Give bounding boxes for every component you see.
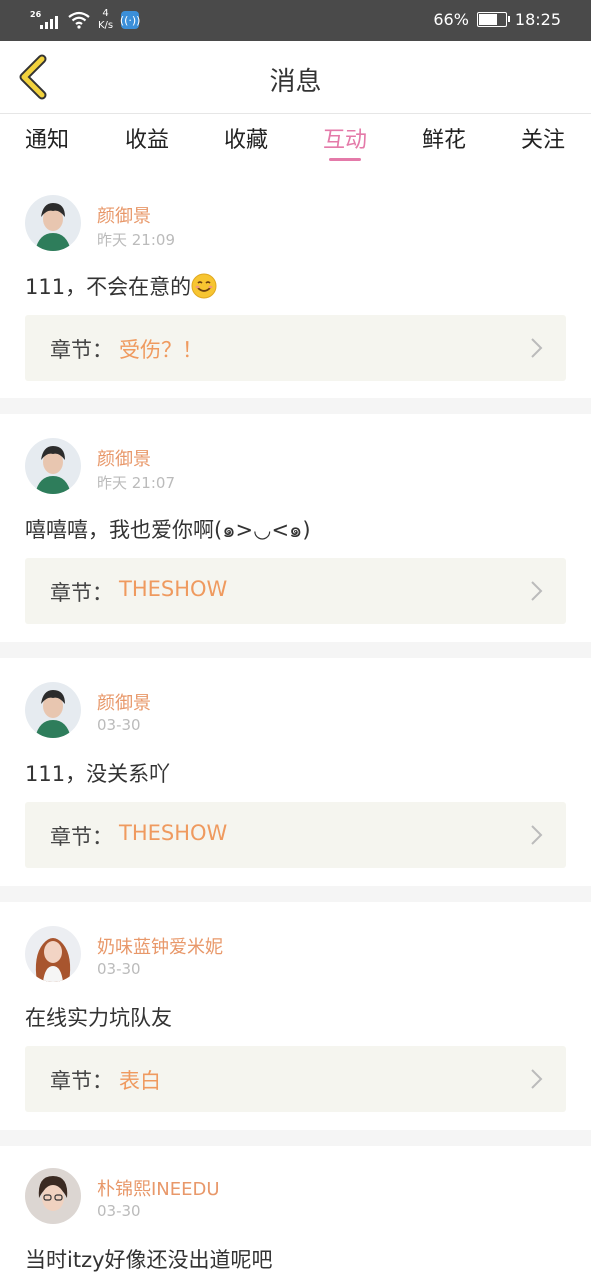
- tab-interactions[interactable]: 互动: [310, 122, 380, 154]
- tab-flowers[interactable]: 鲜花: [409, 122, 479, 154]
- active-tab-indicator: [329, 158, 361, 161]
- comment-text: 嘻嘻嘻，我也爱你啊(๑>◡<๑): [25, 518, 311, 542]
- status-bar: 26 4 K/s ((·)) 66% 18:25: [0, 0, 591, 41]
- divider: [0, 398, 591, 414]
- tab-favorites[interactable]: 收藏: [211, 122, 281, 154]
- timestamp: 03-30: [97, 960, 141, 978]
- timestamp: 昨天 21:09: [97, 231, 175, 249]
- chapter-name: 表白: [119, 1069, 161, 1093]
- avatar[interactable]: [25, 438, 81, 494]
- username[interactable]: 奶味蓝钟爱米妮: [97, 933, 223, 959]
- chapter-label: 章节：: [50, 825, 113, 849]
- comment-text: 111，不会在意的: [25, 271, 217, 301]
- chapter-name: THESHOW: [119, 821, 228, 845]
- chapter-link[interactable]: 章节： 受伤？！: [25, 315, 566, 381]
- smile-emoji-icon: [191, 273, 217, 299]
- comment-text: 在线实力坑队友: [25, 1006, 172, 1030]
- header: 消息: [0, 41, 591, 114]
- tab-following[interactable]: 关注: [508, 122, 578, 154]
- avatar[interactable]: [25, 682, 81, 738]
- chevron-right-icon: [531, 1069, 543, 1089]
- clock: 18:25: [514, 10, 561, 29]
- cellular-signal-icon: 26: [30, 8, 60, 30]
- timestamp: 03-30: [97, 716, 141, 734]
- avatar[interactable]: [25, 926, 81, 982]
- chevron-right-icon: [531, 338, 543, 358]
- username[interactable]: 朴锦熙INEEDU: [97, 1175, 220, 1201]
- message-card: 奶味蓝钟爱米妮 03-30 在线实力坑队友 章节： 表白: [0, 902, 591, 1130]
- comment-text-content: 111，不会在意的: [25, 275, 192, 299]
- chevron-right-icon: [531, 825, 543, 845]
- divider: [0, 886, 591, 902]
- timestamp: 昨天 21:07: [97, 474, 175, 492]
- battery-icon: [476, 12, 510, 27]
- chapter-name: THESHOW: [119, 577, 228, 601]
- chapter-label: 章节：: [50, 581, 113, 605]
- chevron-right-icon: [531, 581, 543, 601]
- avatar[interactable]: [25, 195, 81, 251]
- username[interactable]: 颜御景: [97, 202, 151, 228]
- message-card: 朴锦熙INEEDU 03-30 当时itzy好像还没出道呢吧: [0, 1146, 591, 1280]
- chapter-label: 章节：: [50, 338, 113, 362]
- timestamp: 03-30: [97, 1202, 141, 1220]
- battery-percent: 66%: [433, 10, 469, 29]
- speed-value: 4: [102, 8, 109, 19]
- avatar[interactable]: [25, 1168, 81, 1224]
- divider: [0, 1130, 591, 1146]
- username[interactable]: 颜御景: [97, 445, 151, 471]
- wifi-icon: [68, 11, 90, 29]
- chapter-link[interactable]: 章节： THESHOW: [25, 802, 566, 868]
- chapter-label: 章节：: [50, 1069, 113, 1093]
- message-card: 颜御景 03-30 111，没关系吖 章节： THESHOW: [0, 658, 591, 886]
- chapter-name: 受伤？！: [119, 338, 203, 362]
- tab-earnings[interactable]: 收益: [112, 122, 182, 154]
- chapter-link[interactable]: 章节： THESHOW: [25, 558, 566, 624]
- username[interactable]: 颜御景: [97, 689, 151, 715]
- comment-text: 111，没关系吖: [25, 762, 171, 786]
- chapter-link[interactable]: 章节： 表白: [25, 1046, 566, 1112]
- comment-text: 当时itzy好像还没出道呢吧: [25, 1248, 273, 1272]
- message-card: 颜御景 昨天 21:07 嘻嘻嘻，我也爱你啊(๑>◡<๑) 章节： THESHO…: [0, 414, 591, 642]
- tab-notifications[interactable]: 通知: [12, 122, 82, 154]
- app-notification-icon: ((·)): [120, 11, 140, 29]
- divider: [0, 642, 591, 658]
- page-title: 消息: [269, 67, 322, 97]
- tab-bar: 通知 收益 收藏 互动 鲜花 关注: [0, 114, 591, 180]
- network-speed: 4 K/s: [98, 8, 113, 32]
- message-card: 颜御景 昨天 21:09 111，不会在意的 章节： 受伤？！: [0, 180, 591, 398]
- speed-unit: K/s: [98, 20, 114, 31]
